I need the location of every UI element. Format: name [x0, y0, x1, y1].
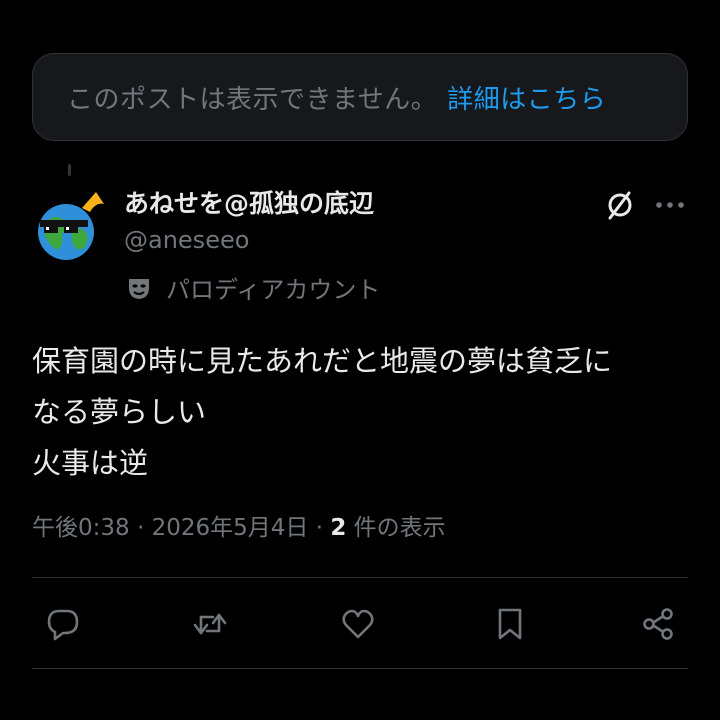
post-text-line: 保育園の時に見たあれだと地震の夢は貧乏に [32, 344, 613, 378]
thread-connector-line [68, 164, 71, 176]
post-detail-view: このポストは表示できません。 詳細はこちら あねせを@孤独の底辺 @anesee… [0, 0, 720, 720]
grok-icon[interactable] [602, 187, 638, 223]
author-handle[interactable]: @aneseeo [124, 226, 249, 254]
share-icon [643, 608, 673, 640]
bookmark-button[interactable] [490, 604, 530, 644]
bookmark-icon [498, 608, 522, 640]
divider [32, 577, 688, 578]
repost-button[interactable] [190, 604, 230, 644]
notice-text: このポストは表示できません。 [67, 84, 438, 115]
theater-mask-icon [129, 278, 149, 299]
post-date[interactable]: 2026年5月4日 [152, 515, 309, 541]
parody-account-text: パロディアカウント [166, 276, 381, 304]
reply-icon [47, 609, 79, 641]
post-text-line: 火事は逆 [32, 446, 149, 480]
share-button[interactable] [638, 604, 678, 644]
divider [32, 668, 688, 669]
unavailable-post-notice: このポストは表示できません。 詳細はこちら [32, 53, 688, 141]
reply-button[interactable] [43, 604, 83, 644]
repost-icon [193, 613, 227, 635]
learn-more-link[interactable]: 詳細はこちら [447, 79, 606, 116]
post-text-line: なる夢らしい [32, 395, 207, 429]
meta-separator: · [308, 515, 331, 541]
like-button[interactable] [338, 604, 378, 644]
post-meta: 午後0:38 · 2026年5月4日 · 2 件の表示 [32, 508, 446, 542]
more-options-icon[interactable] [652, 191, 688, 219]
parody-account-label: パロディアカウント [126, 270, 380, 305]
post-text: 保育園の時に見たあれだと地震の夢は貧乏に なる夢らしい 火事は逆 [32, 336, 688, 489]
avatar[interactable] [34, 190, 106, 262]
heart-icon [342, 609, 374, 639]
meta-separator: · [129, 515, 152, 541]
post-time[interactable]: 午後0:38 [32, 515, 130, 541]
views-count: 2 [330, 515, 347, 541]
author-display-name[interactable]: あねせを@孤独の底辺 [124, 184, 374, 220]
views-label: 件の表示 [346, 515, 446, 541]
